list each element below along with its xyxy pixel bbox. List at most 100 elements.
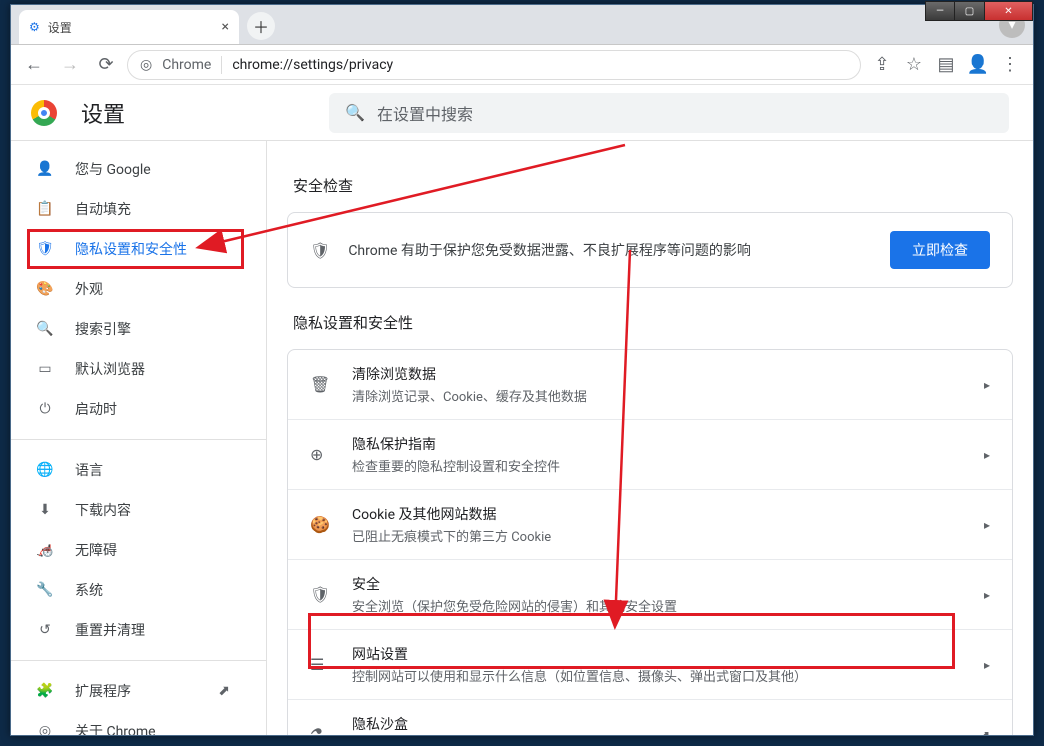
browser-tab[interactable]: ⚙ 设置 × [19,10,239,44]
search-icon: 🔍 [35,321,55,337]
forward-button: → [55,50,85,80]
reload-button[interactable]: ⟳ [91,50,121,80]
sidebar-item-label: 隐私设置和安全性 [75,239,187,259]
sidebar-item-power[interactable]: ⏻ 启动时 [11,389,254,429]
address-bar[interactable]: ◎ Chrome chrome://settings/privacy [127,50,861,80]
settings-sidebar: 👤 您与 Google 📋 自动填充 🛡 隐私设置和安全性 🎨 外观 🔍搜索引擎 ▭ 默认浏览器 ⏻ 启… [11,141,267,735]
safety-desc: Chrome 有助于保护您免受数据泄露、不良扩展程序等问题的影响 [348,240,872,260]
sidebar-item-label: 自动填充 [75,199,131,219]
tab-strip: ⚙ 设置 × ＋ ▾ — ▢ ✕ [11,5,1033,45]
palette-icon: 🎨 [35,281,55,297]
sidebar-item-clipboard[interactable]: 📋 自动填充 [11,189,254,229]
clipboard-icon: 📋 [35,201,55,217]
sidebar-item-chrome[interactable]: ◎关于 Chrome [11,711,254,735]
download-icon: ⬇ [35,502,55,518]
search-icon: 🔍 [345,103,365,122]
person-icon: 👤 [35,161,55,177]
back-button[interactable]: ← [19,50,49,80]
search-placeholder: 在设置中搜索 [377,101,473,125]
section-privacy-title: 隐私设置和安全性 [293,312,1007,333]
sidebar-item-person[interactable]: 👤 您与 Google [11,149,254,189]
chevron-right-icon: ▸ [984,658,990,672]
sidebar-item-label: 外观 [75,279,103,299]
external-icon: ⬈ [980,728,990,736]
row-subtitle: 检查重要的隐私控制设置和安全控件 [352,456,964,475]
sidebar-item-label: 无障碍 [75,540,117,560]
privacy-row-flask[interactable]: ⚗ 隐私沙盒试用版功能已开启 ⬈ [288,699,1012,735]
sidebar-item-label: 启动时 [75,399,117,419]
chrome-logo [31,100,57,126]
sidebar-item-download[interactable]: ⬇下载内容 [11,490,254,530]
window-controls: — ▢ ✕ [925,1,1033,21]
row-title: 网站设置 [352,644,964,664]
sidebar-item-extension[interactable]: 🧩 扩展程序 ⬈ [11,671,254,711]
privacy-row-cookie[interactable]: 🍪 Cookie 及其他网站数据已阻止无痕模式下的第三方 Cookie ▸ [288,489,1012,559]
row-title: 隐私沙盒 [352,714,960,734]
browser-icon: ▭ [35,361,55,377]
sidebar-item-palette[interactable]: 🎨 外观 [11,269,254,309]
sidebar-item-browser[interactable]: ▭ 默认浏览器 [11,349,254,389]
sidebar-item-wrench[interactable]: 🔧 系统 [11,570,254,610]
cookie-icon: 🍪 [310,515,332,534]
settings-search[interactable]: 🔍 在设置中搜索 [329,93,1009,133]
shield-icon: 🛡 [35,241,55,257]
separator [221,56,222,74]
chevron-right-icon: ▸ [984,448,990,462]
power-icon: ⏻ [35,401,55,417]
gear-icon: ⚙ [29,20,40,34]
sidebar-item-label: 语言 [75,460,103,480]
privacy-row-trash[interactable]: 🗑 清除浏览数据清除浏览记录、Cookie、缓存及其他数据 ▸ [288,350,1012,419]
sidebar-item-accessibility[interactable]: 🦽无障碍 [11,530,254,570]
close-tab-icon[interactable]: × [222,19,229,35]
kebab-menu-icon[interactable]: ⋮ [995,50,1025,80]
chrome-icon: ◎ [35,723,55,735]
extension-icon: 🧩 [35,683,55,699]
privacy-card: 🗑 清除浏览数据清除浏览记录、Cookie、缓存及其他数据 ▸⊕ 隐私保护指南检… [287,349,1013,735]
settings-header: 设置 🔍 在设置中搜索 [11,85,1033,141]
chevron-right-icon: ▸ [984,588,990,602]
row-subtitle: 已阻止无痕模式下的第三方 Cookie [352,526,964,545]
settings-content[interactable]: 安全检查 🛡 Chrome 有助于保护您免受数据泄露、不良扩展程序等问题的影响 … [267,141,1033,735]
tune-icon: ☰ [310,655,332,674]
maximize-button[interactable]: ▢ [955,1,985,21]
url-prefix: Chrome [162,57,211,73]
sidebar-item-label: 扩展程序 [75,681,131,701]
globe-icon: 🌐 [35,462,55,478]
row-subtitle: 安全浏览（保护您免受危险网站的侵害）和其他安全设置 [352,596,964,615]
settings-page: 设置 🔍 在设置中搜索 👤 您与 Google 📋 自动填充 🛡 隐私设置和安全性 🎨 外观 🔍… [11,85,1033,735]
target-icon: ⊕ [310,445,332,464]
row-title: 隐私保护指南 [352,434,964,454]
sidebar-item-globe[interactable]: 🌐 语言 [11,450,254,490]
privacy-row-tune[interactable]: ☰ 网站设置控制网站可以使用和显示什么信息（如位置信息、摄像头、弹出式窗口及其他… [288,629,1012,699]
chevron-right-icon: ▸ [984,518,990,532]
share-icon[interactable]: ⇪ [867,50,897,80]
run-safety-check-button[interactable]: 立即检查 [890,231,990,269]
sidebar-item-label: 重置并清理 [75,620,145,640]
shield-icon: 🛡 [310,585,332,604]
profile-icon[interactable]: 👤 [963,50,993,80]
sidebar-item-reset[interactable]: ↺重置并清理 [11,610,254,650]
safety-check-card: 🛡 Chrome 有助于保护您免受数据泄露、不良扩展程序等问题的影响 立即检查 [287,212,1013,288]
minimize-button[interactable]: — [925,1,955,21]
external-icon: ⬈ [218,683,230,699]
row-subtitle: 控制网站可以使用和显示什么信息（如位置信息、摄像头、弹出式窗口及其他） [352,666,964,685]
row-subtitle: 清除浏览记录、Cookie、缓存及其他数据 [352,386,964,405]
row-title: Cookie 及其他网站数据 [352,504,964,524]
privacy-row-target[interactable]: ⊕ 隐私保护指南检查重要的隐私控制设置和安全控件 ▸ [288,419,1012,489]
sidebar-item-label: 您与 Google [75,159,151,179]
reading-list-icon[interactable]: ▤ [931,50,961,80]
row-title: 安全 [352,574,964,594]
bookmark-icon[interactable]: ☆ [899,50,929,80]
privacy-row-shield[interactable]: 🛡 安全安全浏览（保护您免受危险网站的侵害）和其他安全设置 ▸ [288,559,1012,629]
sidebar-item-search[interactable]: 🔍搜索引擎 [11,309,254,349]
flask-icon: ⚗ [310,725,332,735]
sidebar-item-label: 系统 [75,580,103,600]
window-close-button[interactable]: ✕ [985,1,1033,21]
shield-icon: 🛡 [310,241,330,260]
url-text: chrome://settings/privacy [232,57,393,73]
sidebar-item-label: 默认浏览器 [75,359,145,379]
new-tab-button[interactable]: ＋ [247,12,275,40]
browser-toolbar: ← → ⟳ ◎ Chrome chrome://settings/privacy… [11,45,1033,85]
sidebar-item-shield[interactable]: 🛡 隐私设置和安全性 [11,229,254,269]
wrench-icon: 🔧 [35,582,55,598]
